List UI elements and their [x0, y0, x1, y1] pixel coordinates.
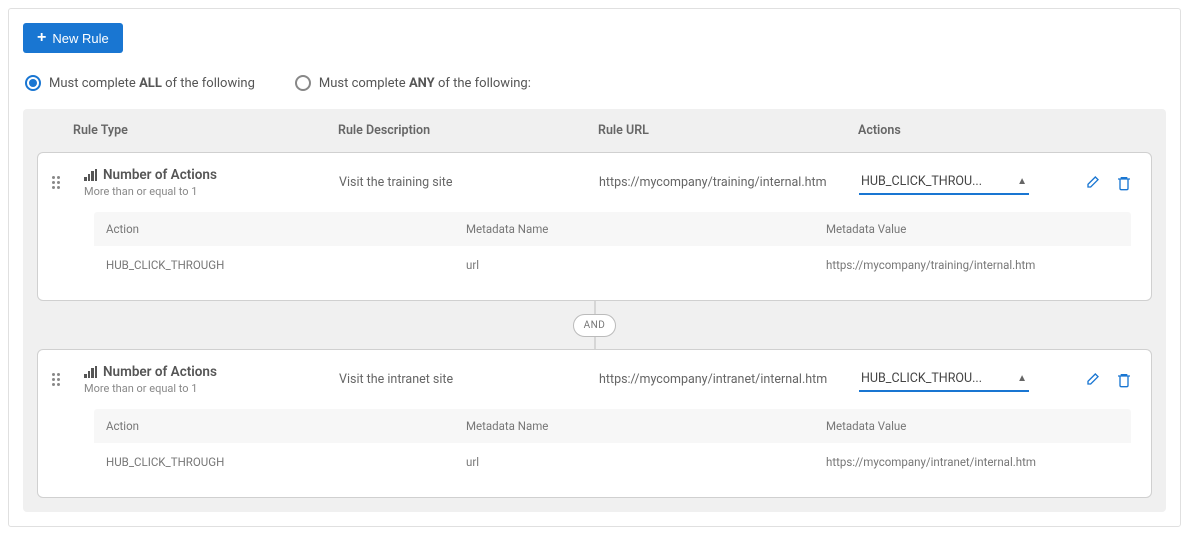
chevron-up-icon: ▲ [1017, 176, 1027, 187]
connector-label: AND [573, 314, 617, 337]
radio-all-label: Must complete ALL of the following [49, 76, 255, 91]
detail-row: HUB_CLICK_THROUGH url https://mycompany/… [94, 246, 1131, 284]
header-desc: Rule Description [338, 123, 598, 138]
edit-button[interactable] [1083, 371, 1101, 389]
detail-action: HUB_CLICK_THROUGH [106, 455, 466, 469]
rule-detail: Action Metadata Name Metadata Value HUB_… [38, 409, 1151, 497]
detail-name: url [466, 258, 826, 272]
rule-type-cell: Number of Actions More than or equal to … [84, 167, 339, 198]
rule-url: https://mycompany/training/internal.htm [599, 175, 859, 190]
radio-any-label: Must complete ANY of the following: [319, 76, 531, 91]
completion-mode-group: Must complete ALL of the following Must … [25, 75, 1166, 91]
detail-row: HUB_CLICK_THROUGH url https://mycompany/… [94, 443, 1131, 481]
rules-panel: + New Rule Must complete ALL of the foll… [8, 8, 1181, 527]
header-actions: Actions [858, 123, 1146, 138]
rule-row: Number of Actions More than or equal to … [38, 153, 1151, 212]
rule-card: Number of Actions More than or equal to … [37, 152, 1152, 301]
rule-row: Number of Actions More than or equal to … [38, 350, 1151, 409]
drag-handle-icon[interactable] [52, 176, 74, 189]
action-dropdown[interactable]: HUB_CLICK_THROU... ▲ [859, 170, 1029, 195]
detail-header-value: Metadata Value [826, 419, 1119, 433]
header-url: Rule URL [598, 123, 858, 138]
new-rule-button[interactable]: + New Rule [23, 23, 123, 53]
trash-icon [1116, 372, 1132, 388]
rule-card: Number of Actions More than or equal to … [37, 349, 1152, 498]
trash-icon [1116, 175, 1132, 191]
detail-header-value: Metadata Value [826, 222, 1119, 236]
detail-header-name: Metadata Name [466, 222, 826, 236]
detail-action: HUB_CLICK_THROUGH [106, 258, 466, 272]
detail-header-action: Action [106, 419, 466, 433]
rule-description: Visit the intranet site [339, 372, 599, 387]
radio-icon [25, 75, 41, 91]
rule-type-cell: Number of Actions More than or equal to … [84, 364, 339, 395]
plus-icon: + [37, 30, 46, 46]
action-dropdown-label: HUB_CLICK_THROU... [861, 371, 982, 386]
edit-icon [1084, 372, 1100, 388]
rule-url: https://mycompany/intranet/internal.htm [599, 372, 859, 387]
detail-header-action: Action [106, 222, 466, 236]
edit-icon [1084, 175, 1100, 191]
signal-bars-icon [84, 170, 97, 181]
radio-icon [295, 75, 311, 91]
rule-type-sub: More than or equal to 1 [84, 382, 339, 395]
radio-all[interactable]: Must complete ALL of the following [25, 75, 255, 91]
rules-list: Rule Type Rule Description Rule URL Acti… [23, 109, 1166, 512]
drag-handle-icon[interactable] [52, 373, 74, 386]
rule-type-sub: More than or equal to 1 [84, 185, 339, 198]
new-rule-label: New Rule [52, 31, 108, 46]
rule-type-title: Number of Actions [103, 167, 217, 183]
edit-button[interactable] [1083, 174, 1101, 192]
radio-any[interactable]: Must complete ANY of the following: [295, 75, 531, 91]
rule-connector: AND [23, 301, 1166, 349]
delete-button[interactable] [1115, 174, 1133, 192]
action-dropdown[interactable]: HUB_CLICK_THROU... ▲ [859, 367, 1029, 392]
action-dropdown-label: HUB_CLICK_THROU... [861, 174, 982, 189]
delete-button[interactable] [1115, 371, 1133, 389]
chevron-up-icon: ▲ [1017, 373, 1027, 384]
detail-value: https://mycompany/training/internal.htm [826, 258, 1119, 272]
header-type: Rule Type [73, 123, 338, 138]
detail-name: url [466, 455, 826, 469]
detail-header-name: Metadata Name [466, 419, 826, 433]
rule-detail: Action Metadata Name Metadata Value HUB_… [38, 212, 1151, 300]
rule-description: Visit the training site [339, 175, 599, 190]
signal-bars-icon [84, 367, 97, 378]
rule-type-title: Number of Actions [103, 364, 217, 380]
detail-value: https://mycompany/intranet/internal.htm [826, 455, 1119, 469]
table-header: Rule Type Rule Description Rule URL Acti… [23, 109, 1166, 152]
